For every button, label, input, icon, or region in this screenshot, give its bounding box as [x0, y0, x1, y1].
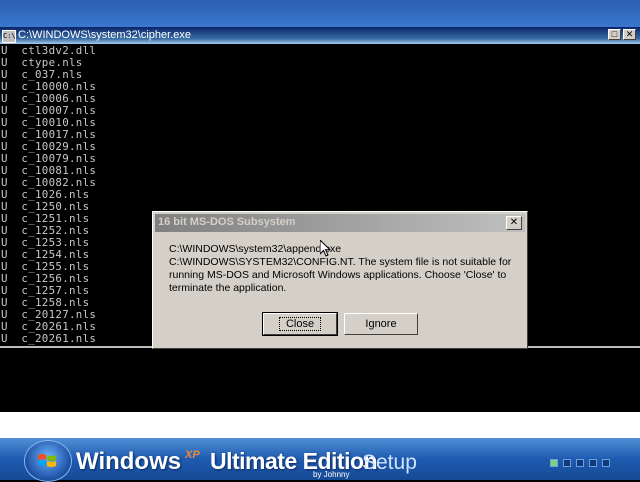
cmd-icon[interactable]: C:\: [2, 30, 16, 43]
close-button[interactable]: ✕: [623, 29, 636, 40]
progress-square: [563, 459, 571, 467]
windows-wordmark: Windows: [76, 448, 182, 475]
desktop-background: [0, 0, 640, 28]
dialog-message: C:\WINDOWS\system32\append.exe C:\WINDOW…: [169, 243, 519, 295]
close-button-label: Close: [278, 317, 322, 331]
edition-title: Ultimate Edition: [210, 448, 378, 474]
status-band: [0, 412, 640, 438]
author-credit: by Johnny: [313, 470, 350, 479]
dialog-title: 16 bit MS-DOS Subsystem: [158, 216, 296, 228]
message-line: running MS-DOS and Microsoft Windows app…: [169, 269, 507, 281]
progress-square: [550, 459, 558, 467]
console-line: U c_20261.nls: [1, 332, 97, 345]
progress-square: [589, 459, 597, 467]
dialog-title-bar[interactable]: 16 bit MS-DOS Subsystem ✕: [155, 214, 525, 232]
maximize-button[interactable]: □: [608, 29, 621, 40]
error-dialog[interactable]: 16 bit MS-DOS Subsystem ✕ C:\WINDOWS\sys…: [152, 211, 528, 349]
mouse-pointer-icon: [320, 240, 332, 257]
console-title-bar[interactable]: C:\ C:\WINDOWS\system32\cipher.exe □ ✕: [0, 27, 640, 44]
ignore-button[interactable]: Ignore: [344, 313, 418, 335]
progress-square: [576, 459, 584, 467]
message-line: C:\WINDOWS\system32\append.exe: [169, 243, 342, 255]
message-line: terminate the application.: [169, 282, 287, 294]
message-line: C:\WINDOWS\SYSTEM32\CONFIG.NT. The syste…: [169, 256, 512, 268]
dialog-close-button[interactable]: ✕: [506, 216, 522, 230]
xp-mark: XP: [185, 449, 200, 461]
ignore-button-label: Ignore: [365, 318, 397, 330]
console-title: C:\WINDOWS\system32\cipher.exe: [18, 29, 191, 41]
windows-flag-icon: [38, 454, 56, 467]
setup-lower-area: [0, 348, 640, 412]
close-dialog-button[interactable]: Close: [262, 312, 338, 336]
progress-square: [602, 459, 610, 467]
setup-label: Setup: [362, 451, 417, 474]
